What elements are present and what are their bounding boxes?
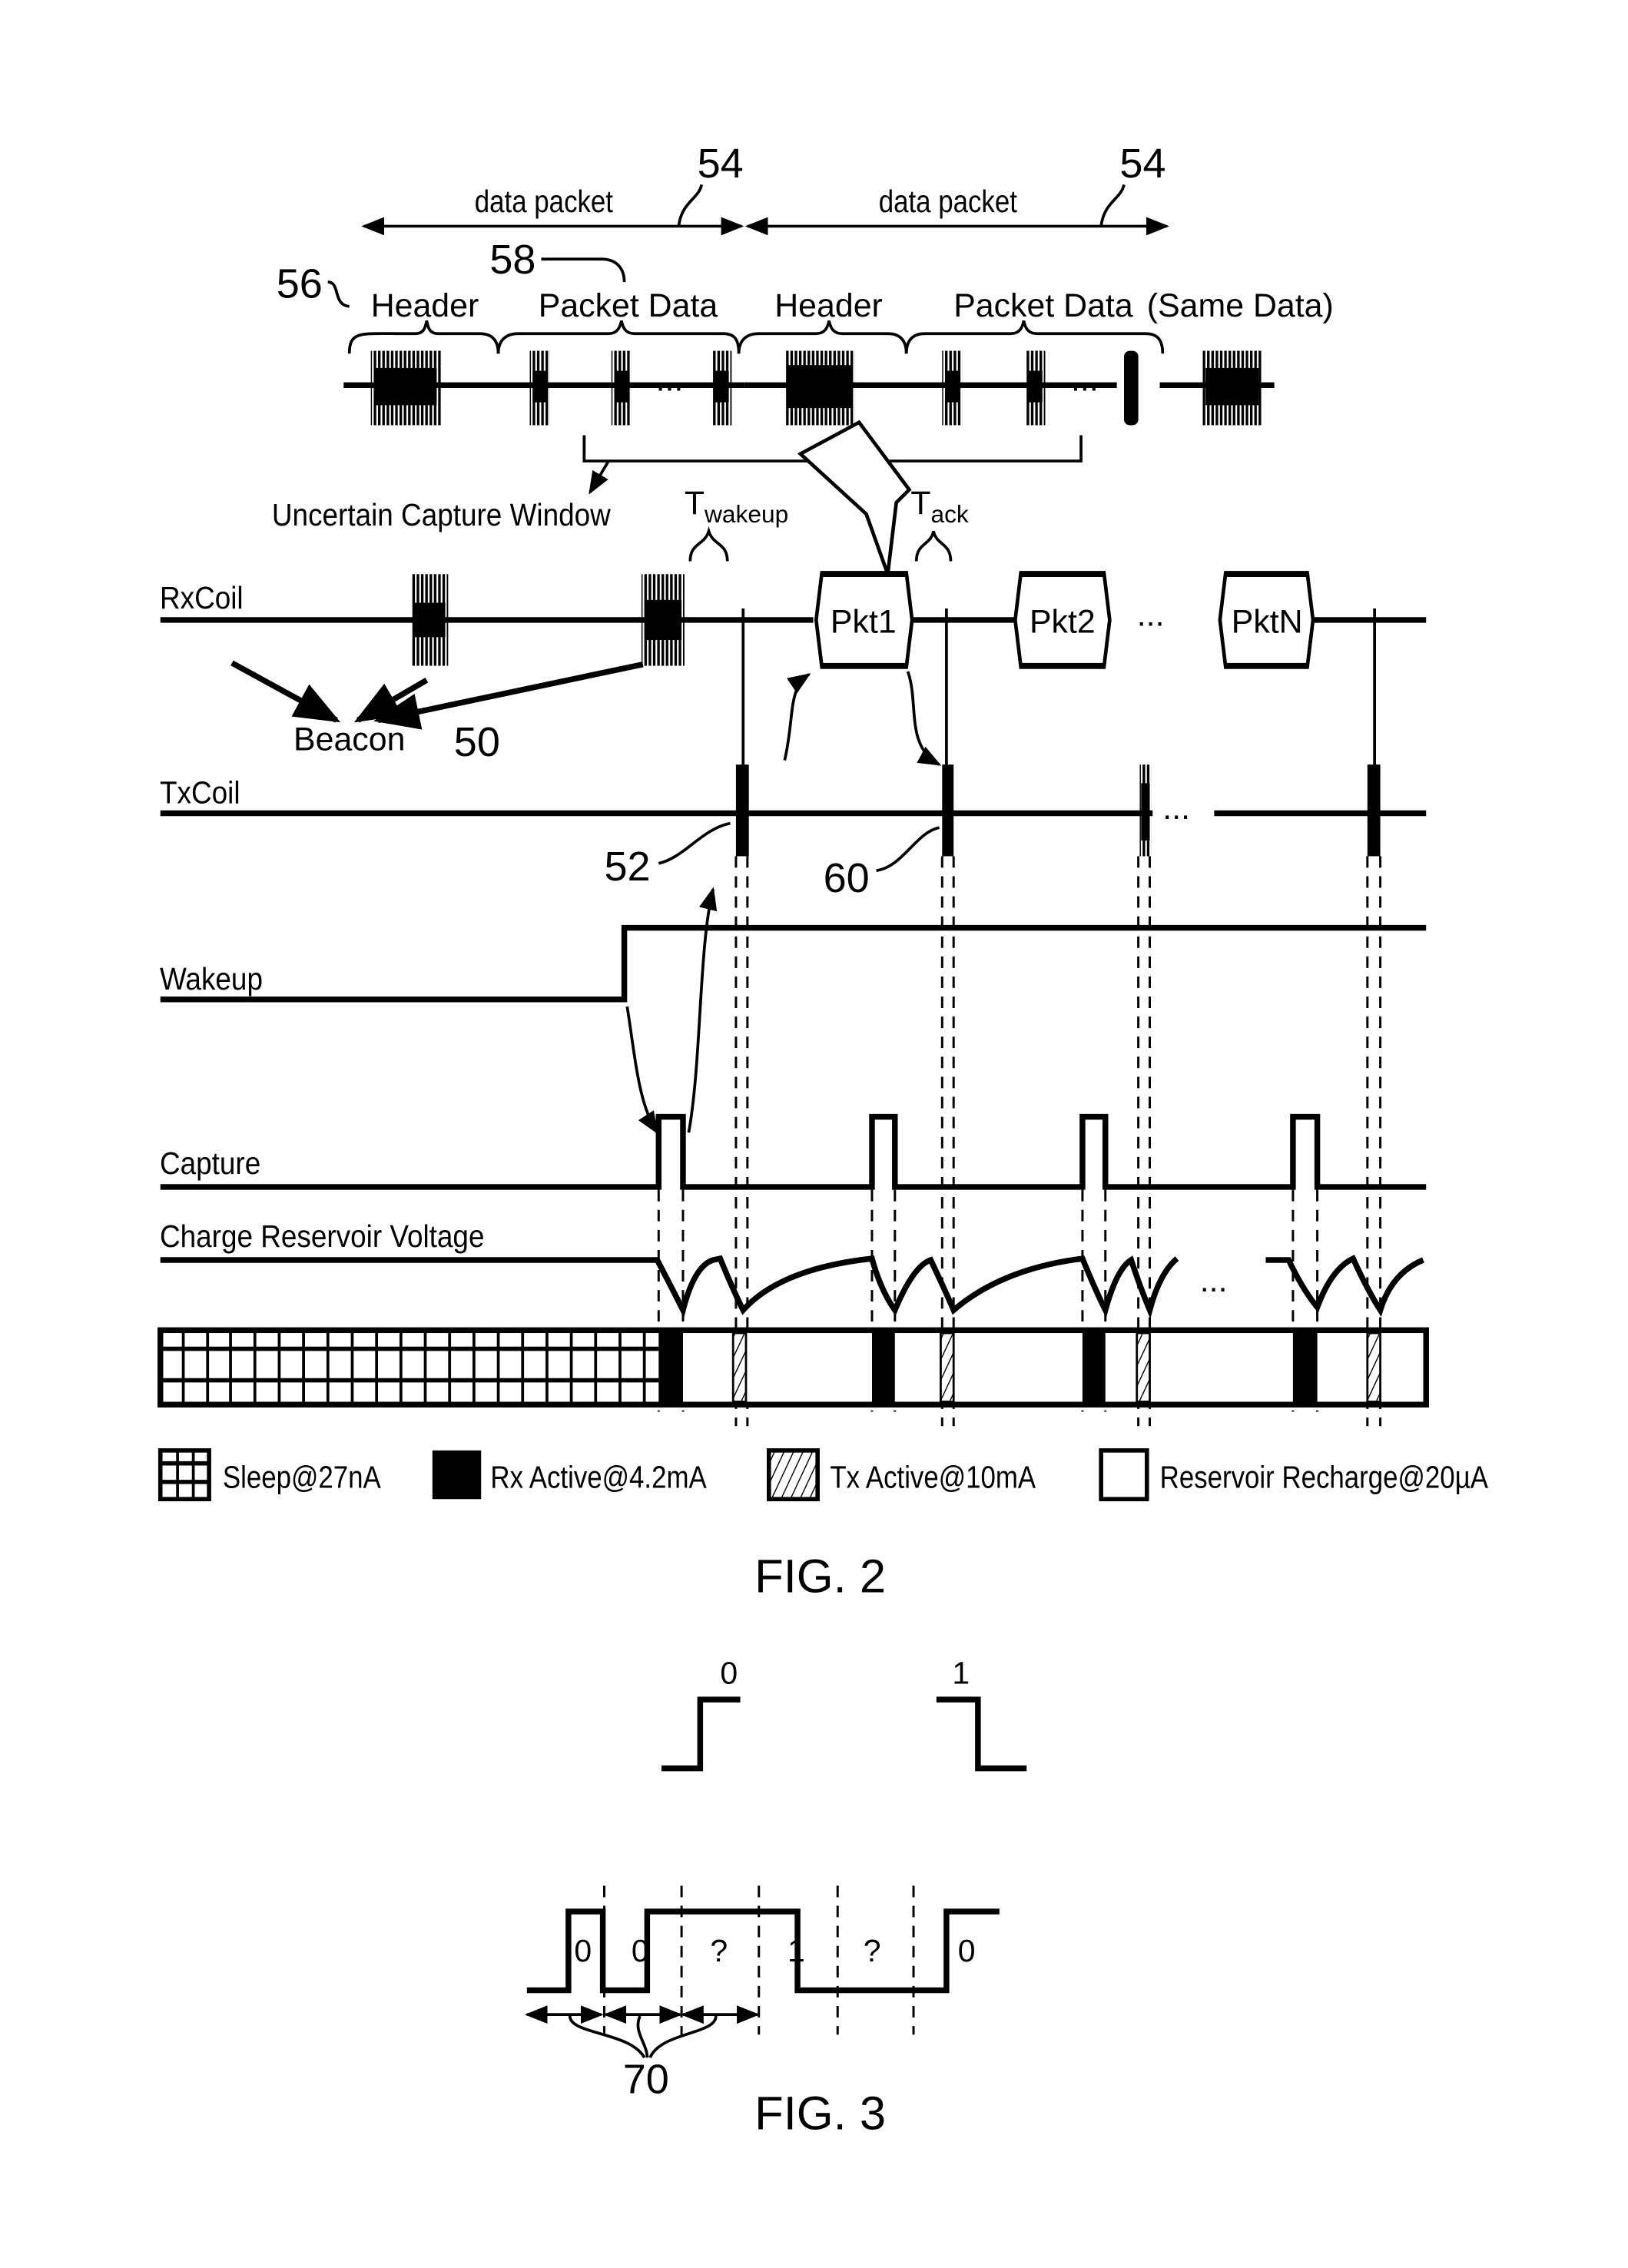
- legend-item-tx-active: Tx Active@10mA: [766, 1448, 1036, 1502]
- txcoil-label: TxCoil: [160, 776, 240, 811]
- lightning-icon: [797, 419, 912, 575]
- bit-label: ?: [710, 1933, 728, 1968]
- ack-burst: [1367, 764, 1381, 857]
- rx-active-block: [1292, 1330, 1318, 1405]
- legend-label: Sleep@27nA: [223, 1461, 381, 1495]
- rx-active-block: [871, 1330, 895, 1405]
- packet-label: Pkt1: [831, 604, 897, 641]
- rx-active-block: [1082, 1330, 1106, 1405]
- beacon-label: Beacon: [293, 721, 405, 758]
- legend-label: Reservoir Recharge@20µA: [1160, 1461, 1489, 1495]
- bit-label: 0: [574, 1933, 592, 1968]
- charge-reservoir-label: Charge Reservoir Voltage: [160, 1219, 484, 1254]
- legend-item-reservoir-recharge: Reservoir Recharge@20µA: [1099, 1448, 1489, 1502]
- txcoil-signal: ... 52 60: [160, 764, 1427, 901]
- tx-active-block: [1366, 1331, 1381, 1403]
- ref-58: 58: [489, 237, 535, 283]
- ref-60: 60: [824, 855, 870, 901]
- ellipsis: ...: [1071, 362, 1099, 399]
- packet-waveform: ... ...: [343, 350, 1275, 426]
- t-ack-label: Tack: [910, 485, 969, 528]
- ellipsis: ...: [1200, 1262, 1228, 1299]
- legend-item-sleep: Sleep@27nA: [157, 1448, 381, 1502]
- signal-labels: RxCoil TxCoil Wakeup Capture Charge Rese…: [160, 581, 484, 1254]
- bit-label: ?: [864, 1933, 881, 1968]
- current-state-bar: [157, 1327, 1429, 1408]
- legend-item-rx-active: Rx Active@4.2mA: [432, 1450, 707, 1500]
- ref-56: 56: [277, 261, 323, 307]
- ack-burst: [735, 764, 749, 857]
- fig3-bitstream: 0 0 ? 1 ? 0 70: [524, 1885, 1000, 2103]
- ellipsis: ...: [1162, 790, 1190, 827]
- wakeup-signal: [160, 887, 1427, 1135]
- capture-signal: [160, 1113, 1427, 1190]
- data-packet-arrows: data packet data packet 54 54: [361, 141, 1169, 236]
- data-burst: [1123, 350, 1139, 426]
- tx-active-block: [940, 1331, 955, 1403]
- symbol-1-label: 1: [952, 1656, 970, 1691]
- capture-label: Capture: [160, 1146, 260, 1181]
- uncertain-capture-window: Uncertain Capture Window Twakeup Tack: [272, 419, 1083, 575]
- data-packet-label: data packet: [475, 184, 614, 219]
- tx-active-block: [1136, 1331, 1151, 1403]
- legend-label: Tx Active@10mA: [830, 1461, 1036, 1495]
- legend: Sleep@27nA Rx Active@4.2mA Tx Active@10m…: [157, 1448, 1489, 1502]
- fig3-symbol-definitions: 0 1: [661, 1656, 1027, 1772]
- packet-segment-labels: 56 58 Header Packet Data Header Packet D…: [277, 237, 1334, 354]
- charge-reservoir-signal: ...: [160, 1255, 1424, 1319]
- segment-header: Header: [371, 287, 479, 324]
- fig3-title: FIG. 3: [754, 2087, 886, 2140]
- ack-burst: [942, 764, 954, 857]
- uncertain-capture-window-label: Uncertain Capture Window: [272, 498, 612, 532]
- legend-label: Rx Active@4.2mA: [490, 1461, 707, 1495]
- t-wakeup-label: Twakeup: [685, 485, 788, 528]
- data-packet-label: data packet: [879, 184, 1018, 219]
- symbol-0-label: 0: [720, 1656, 738, 1691]
- ref-52: 52: [604, 844, 650, 890]
- ref-70: 70: [623, 2057, 669, 2103]
- ellipsis: ...: [656, 362, 684, 399]
- segment-header: Header: [774, 287, 883, 324]
- bit-label: 0: [958, 1933, 976, 1968]
- patent-figure-sheet: data packet data packet 54 54 56 58 Head…: [157, 141, 1489, 2140]
- rxcoil-signal: Pkt1 Pkt2 ... PktN Beacon 50: [160, 571, 1427, 782]
- fig2-title: FIG. 2: [754, 1550, 886, 1603]
- rxcoil-label: RxCoil: [160, 581, 244, 615]
- rx-active-block: [658, 1330, 683, 1405]
- ref-54: 54: [1119, 141, 1165, 187]
- segment-packet-data: Packet Data: [953, 287, 1133, 324]
- tx-active-block: [731, 1331, 748, 1403]
- packet-label: PktN: [1232, 604, 1303, 641]
- same-data-label: (Same Data): [1147, 287, 1334, 324]
- ellipsis: ...: [1137, 596, 1165, 633]
- segment-packet-data: Packet Data: [539, 287, 718, 324]
- packet-label: Pkt2: [1030, 604, 1096, 641]
- wakeup-label: Wakeup: [160, 962, 263, 996]
- ref-54: 54: [698, 141, 744, 187]
- ref-50: 50: [454, 719, 500, 765]
